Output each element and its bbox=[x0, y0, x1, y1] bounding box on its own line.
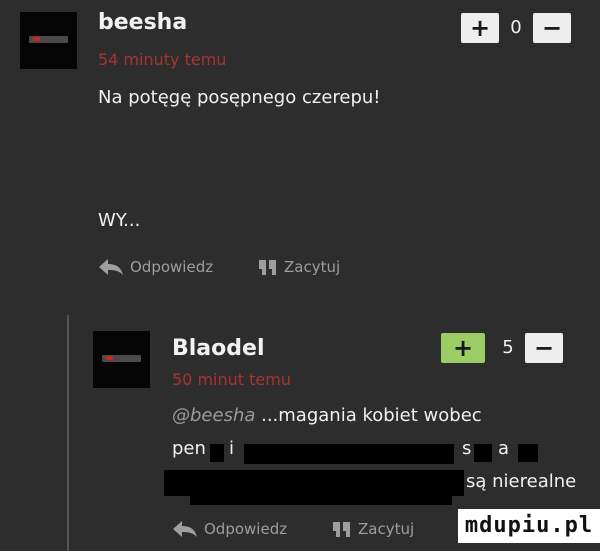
downvote-button[interactable]: − bbox=[525, 333, 563, 363]
upvote-button[interactable]: + bbox=[441, 333, 485, 363]
comment-body-line: pen bbox=[172, 438, 206, 459]
censor-bar bbox=[210, 444, 224, 462]
comment-text: ...magania kobiet wobec bbox=[255, 405, 482, 426]
reply-label: Odpowiedz bbox=[130, 258, 214, 276]
comment-body-fragment: s bbox=[462, 438, 472, 459]
comment-body-line: Na potęgę posępnego czerepu! bbox=[98, 87, 381, 108]
thread-line bbox=[67, 315, 69, 551]
downvote-button[interactable]: − bbox=[533, 13, 571, 43]
reply-arrow-icon bbox=[173, 521, 197, 537]
comment-username[interactable]: Blaodel bbox=[172, 336, 264, 361]
comment-body-line: WY... bbox=[98, 210, 141, 231]
reply-button[interactable]: Odpowiedz bbox=[172, 520, 287, 538]
reply-arrow-icon bbox=[99, 259, 123, 275]
watermark: mdupiu.pl bbox=[458, 509, 600, 543]
comment-time: 54 minuty temu bbox=[98, 50, 227, 69]
censor-bar bbox=[164, 470, 464, 496]
mention-link[interactable]: @beesha bbox=[172, 405, 255, 426]
score-value: 5 bbox=[502, 337, 514, 358]
censor-bar bbox=[518, 444, 538, 462]
quote-button[interactable]: Zacytuj bbox=[258, 258, 340, 276]
comment-body-line: @beesha ...magania kobiet wobec bbox=[172, 405, 482, 426]
comment-body-fragment: a bbox=[498, 438, 510, 459]
avatar[interactable] bbox=[20, 12, 77, 69]
censor-bar bbox=[474, 444, 492, 462]
score-value: 0 bbox=[510, 17, 522, 38]
avatar-logo-icon bbox=[102, 354, 141, 362]
comment-body-fragment: i bbox=[229, 438, 235, 459]
censor-bar bbox=[244, 444, 454, 464]
reply-button[interactable]: Odpowiedz bbox=[98, 258, 213, 276]
censor-bar bbox=[190, 495, 452, 505]
reply-label: Odpowiedz bbox=[204, 520, 288, 538]
avatar[interactable] bbox=[93, 331, 150, 388]
comment-body-line: są nierealne bbox=[466, 471, 577, 492]
quote-button[interactable]: Zacytuj bbox=[332, 520, 414, 538]
quote-label: Zacytuj bbox=[358, 520, 415, 538]
upvote-button[interactable]: + bbox=[461, 13, 499, 43]
quote-label: Zacytuj bbox=[284, 258, 341, 276]
quote-icon bbox=[333, 522, 350, 537]
avatar-logo-icon bbox=[29, 35, 68, 43]
comment-time: 50 minut temu bbox=[172, 370, 291, 389]
comment-username[interactable]: beesha bbox=[98, 10, 187, 35]
quote-icon bbox=[259, 260, 276, 275]
